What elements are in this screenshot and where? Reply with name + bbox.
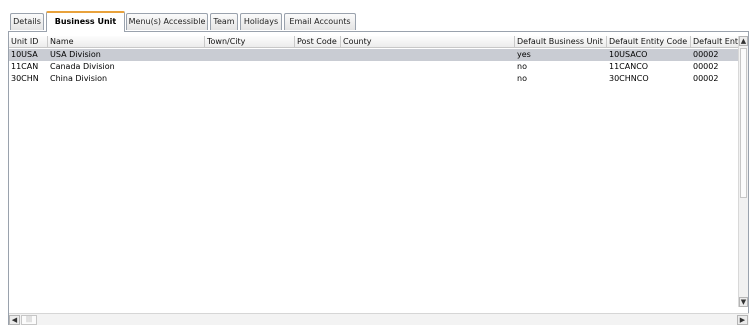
cell-default-business-unit: no bbox=[517, 62, 527, 71]
cell-unit-id: 10USA bbox=[11, 50, 38, 59]
column-header-name[interactable]: Name bbox=[48, 36, 205, 48]
column-header-default-business-unit[interactable]: Default Business Unit bbox=[515, 36, 607, 48]
tab-business-unit[interactable]: Business Unit bbox=[46, 11, 125, 32]
cell-town-city bbox=[205, 61, 295, 73]
horizontal-scroll-thumb[interactable]: ||| bbox=[21, 315, 37, 325]
cell-default-entity-code: 10USACO bbox=[609, 50, 648, 59]
cell-town-city bbox=[205, 49, 295, 61]
cell-name: Canada Division bbox=[50, 62, 115, 71]
tab-menus-accessible[interactable]: Menu(s) Accessible bbox=[126, 13, 208, 30]
cell-town-city bbox=[205, 73, 295, 85]
column-header-county[interactable]: County bbox=[341, 36, 515, 48]
grid-header: Unit ID Name Town/City Post Code County … bbox=[9, 36, 740, 48]
cell-county bbox=[341, 61, 515, 73]
cell-post-code bbox=[295, 73, 341, 85]
window-top-area bbox=[0, 0, 749, 11]
table-row[interactable]: 10USA USA Division yes 10USACO 00002 bbox=[9, 49, 740, 61]
scroll-down-icon[interactable]: ▼ bbox=[739, 297, 748, 307]
scroll-up-icon[interactable]: ▲ bbox=[739, 36, 748, 46]
cell-default-business-unit: yes bbox=[517, 50, 531, 59]
cell-post-code bbox=[295, 61, 341, 73]
cell-name: China Division bbox=[50, 74, 108, 83]
cell-name: USA Division bbox=[50, 50, 101, 59]
cell-default-entity-code: 11CANCO bbox=[609, 62, 649, 71]
cell-county bbox=[341, 73, 515, 85]
cell-county bbox=[341, 49, 515, 61]
vertical-scroll-thumb[interactable] bbox=[740, 48, 747, 198]
cell-default-ent: 00002 bbox=[693, 62, 719, 71]
tab-email-accounts[interactable]: Email Accounts bbox=[284, 13, 356, 30]
cell-unit-id: 30CHN bbox=[11, 74, 39, 83]
table-row[interactable]: 30CHN China Division no 30CHNCO 00002 bbox=[9, 73, 740, 85]
table-row[interactable]: 11CAN Canada Division no 11CANCO 00002 bbox=[9, 61, 740, 73]
vertical-scrollbar[interactable]: ▲ ▼ bbox=[738, 36, 748, 307]
column-header-town-city[interactable]: Town/City bbox=[205, 36, 295, 48]
cell-post-code bbox=[295, 49, 341, 61]
column-header-default-entity-code[interactable]: Default Entity Code bbox=[607, 36, 691, 48]
column-header-default-ent[interactable]: Default Ent bbox=[691, 36, 740, 48]
cell-default-ent: 00002 bbox=[693, 50, 719, 59]
horizontal-scrollbar[interactable]: ◀ ||| ▶ bbox=[9, 313, 749, 325]
tab-holidays[interactable]: Holidays bbox=[240, 13, 282, 30]
tab-details[interactable]: Details bbox=[10, 13, 44, 30]
cell-default-entity-code: 30CHNCO bbox=[609, 74, 649, 83]
tab-team[interactable]: Team bbox=[210, 13, 238, 30]
tab-strip: Details Business Unit Menu(s) Accessible… bbox=[8, 11, 749, 32]
cell-default-ent: 00002 bbox=[693, 74, 719, 83]
business-unit-grid: Unit ID Name Town/City Post Code County … bbox=[9, 36, 740, 307]
cell-unit-id: 11CAN bbox=[11, 62, 39, 71]
scroll-left-icon[interactable]: ◀ bbox=[9, 315, 20, 325]
cell-default-business-unit: no bbox=[517, 74, 527, 83]
column-header-unit-id[interactable]: Unit ID bbox=[9, 36, 48, 48]
business-unit-panel: Unit ID Name Town/City Post Code County … bbox=[8, 32, 749, 325]
scroll-right-icon[interactable]: ▶ bbox=[737, 315, 748, 325]
column-header-post-code[interactable]: Post Code bbox=[295, 36, 341, 48]
